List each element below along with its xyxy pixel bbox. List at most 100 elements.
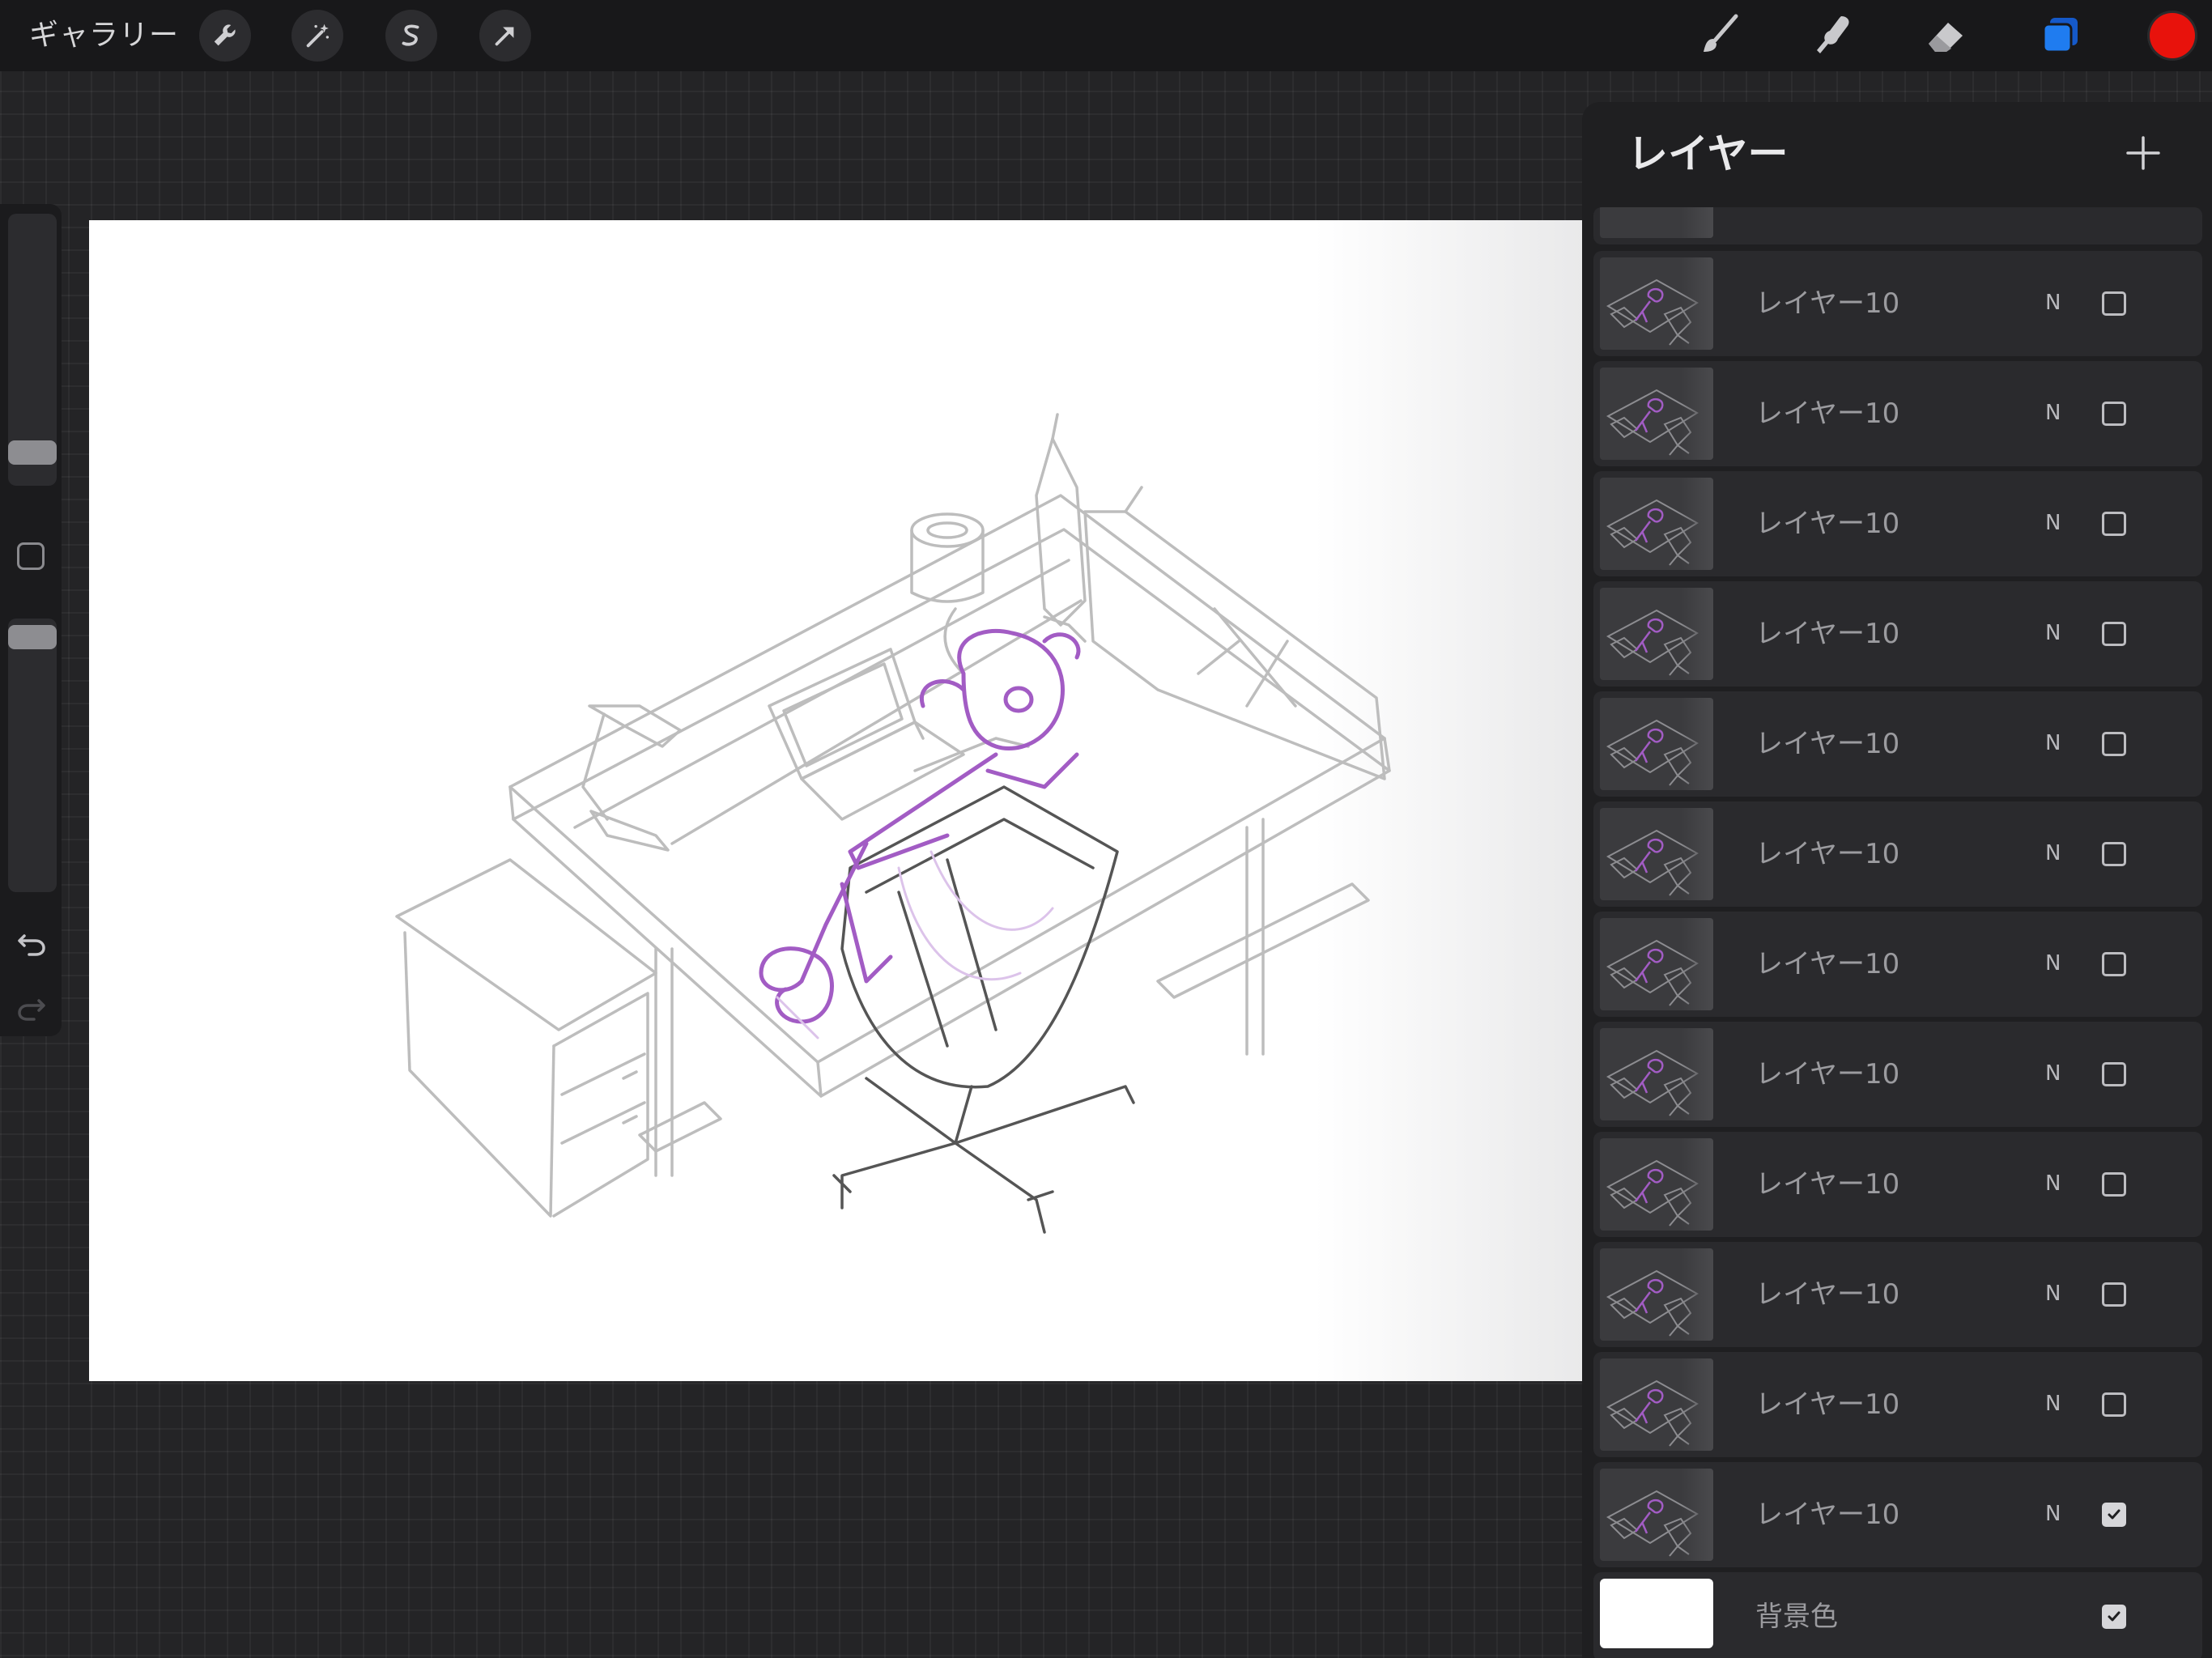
layer-visibility-checkbox[interactable]	[2102, 512, 2126, 536]
checkmark-icon	[2108, 1509, 2121, 1520]
background-color-swatch	[1600, 1579, 1713, 1648]
smudge-tool-button[interactable]	[1806, 8, 1861, 63]
drawing-canvas[interactable]	[89, 220, 1583, 1381]
opacity-thumb[interactable]	[8, 625, 57, 649]
layer-thumbnail-sketch	[1606, 499, 1699, 566]
layer-visibility-checkbox[interactable]	[2102, 1172, 2126, 1197]
layer-thumbnail	[1600, 1469, 1713, 1561]
layer-name: レイヤー10	[1755, 508, 1900, 540]
background-layer-name: 背景色	[1755, 1601, 1838, 1633]
layer-visibility-checkbox[interactable]	[2102, 1062, 2126, 1086]
layer-thumbnail	[1600, 207, 1713, 238]
layer-name: レイヤー10	[1755, 838, 1900, 870]
layer-thumbnail	[1600, 808, 1713, 900]
layer-row[interactable]: レイヤー10 N	[1593, 361, 2202, 466]
layer-name: レイヤー10	[1755, 287, 1900, 320]
brush-icon	[1704, 14, 1738, 52]
layer-row[interactable]: レイヤー10 N	[1593, 1242, 2202, 1347]
blend-mode-button[interactable]: N	[2045, 947, 2061, 980]
layer-row[interactable]: レイヤー10 N	[1593, 1462, 2202, 1567]
layer-name: レイヤー10	[1755, 948, 1900, 980]
layer-thumbnail-sketch	[1606, 939, 1699, 1006]
top-toolbar: ギャラリー	[0, 0, 2212, 71]
layers-icon	[2042, 18, 2078, 53]
layer-thumbnail-sketch	[1606, 278, 1699, 346]
layer-name: レイヤー10	[1755, 1499, 1900, 1531]
blend-mode-button[interactable]: N	[2045, 1388, 2061, 1420]
layer-visibility-checkbox[interactable]	[2102, 291, 2126, 316]
layer-thumbnail	[1600, 1028, 1713, 1120]
layer-row-partial[interactable]	[1593, 207, 2202, 244]
blend-mode-button[interactable]: N	[2045, 1278, 2061, 1310]
transform-arrow-icon	[495, 27, 514, 46]
eraser-icon	[1929, 23, 1963, 52]
chair-sketch	[832, 785, 1135, 1234]
magic-wand-icon	[306, 23, 330, 48]
layer-visibility-checkbox[interactable]	[2102, 622, 2126, 646]
layer-visibility-checkbox[interactable]	[2102, 732, 2126, 756]
undo-icon[interactable]	[15, 925, 49, 959]
layer-name: レイヤー10	[1755, 618, 1900, 650]
redo-icon[interactable]	[15, 989, 49, 1023]
layer-visibility-checkbox[interactable]	[2102, 1503, 2126, 1527]
transform-button[interactable]	[479, 10, 531, 62]
opacity-slider[interactable]	[8, 619, 57, 892]
adjustments-button[interactable]	[291, 10, 343, 62]
background-color-row[interactable]: 背景色	[1593, 1572, 2202, 1658]
blend-mode-button[interactable]: N	[2045, 617, 2061, 649]
layer-visibility-checkbox[interactable]	[2102, 1392, 2126, 1417]
blend-mode-button[interactable]: N	[2045, 1167, 2061, 1200]
layer-name: レイヤー10	[1755, 1388, 1900, 1421]
procreate-app: ギャラリー レイヤー レイヤー10 N レイヤー10 N レイヤー10 N レイ…	[0, 0, 2212, 1658]
layer-visibility-checkbox[interactable]	[2102, 402, 2126, 426]
modify-button[interactable]	[17, 542, 45, 570]
layer-thumbnail-sketch	[1606, 1380, 1699, 1447]
brush-tool-button[interactable]	[1692, 8, 1747, 63]
layer-row[interactable]: レイヤー10 N	[1593, 581, 2202, 687]
layers-tool-button[interactable]	[2032, 8, 2087, 63]
blend-mode-button[interactable]: N	[2045, 397, 2061, 429]
layer-row[interactable]: レイヤー10 N	[1593, 912, 2202, 1017]
layer-row[interactable]: レイヤー10 N	[1593, 471, 2202, 576]
blend-mode-button[interactable]: N	[2045, 507, 2061, 539]
layer-thumbnail	[1600, 698, 1713, 790]
layer-row[interactable]: レイヤー10 N	[1593, 1352, 2202, 1457]
layer-name: レイヤー10	[1755, 1058, 1900, 1090]
layer-row[interactable]: レイヤー10 N	[1593, 251, 2202, 356]
layer-visibility-checkbox[interactable]	[2102, 1282, 2126, 1307]
color-picker-button[interactable]	[2150, 13, 2195, 58]
layer-row[interactable]: レイヤー10 N	[1593, 691, 2202, 797]
layer-row[interactable]: レイヤー10 N	[1593, 801, 2202, 907]
layer-visibility-checkbox[interactable]	[2102, 952, 2126, 976]
blend-mode-button[interactable]: N	[2045, 287, 2061, 319]
brush-size-thumb[interactable]	[8, 440, 57, 465]
layer-name: レイヤー10	[1755, 397, 1900, 430]
plus-icon[interactable]	[2123, 133, 2163, 173]
blend-mode-button[interactable]: N	[2045, 1498, 2061, 1530]
gallery-button[interactable]: ギャラリー	[29, 16, 179, 55]
layer-row[interactable]: レイヤー10 N	[1593, 1022, 2202, 1127]
layer-row[interactable]: レイヤー10 N	[1593, 1132, 2202, 1237]
layer-thumbnail	[1600, 368, 1713, 460]
layer-thumbnail-sketch	[1606, 1049, 1699, 1116]
actions-button[interactable]	[199, 10, 251, 62]
background-visibility-checkbox[interactable]	[2102, 1605, 2126, 1629]
smudge-icon	[1817, 16, 1849, 53]
layer-thumbnail-sketch	[1606, 1269, 1699, 1337]
layer-thumbnail-sketch	[1606, 1159, 1699, 1226]
layer-thumbnail	[1600, 588, 1713, 680]
layer-name: レイヤー10	[1755, 1278, 1900, 1311]
eraser-tool-button[interactable]	[1919, 8, 1974, 63]
selection-button[interactable]	[385, 10, 437, 62]
layers-panel: レイヤー レイヤー10 N レイヤー10 N レイヤー10 N レイヤー10 N レイヤー10 N…	[1582, 102, 2212, 1658]
sketch-artwork	[395, 413, 1391, 1234]
desk-sketch	[395, 413, 1391, 1218]
checkmark-icon	[2108, 1611, 2121, 1622]
wrench-icon	[214, 24, 236, 46]
layer-visibility-checkbox[interactable]	[2102, 842, 2126, 866]
blend-mode-button[interactable]: N	[2045, 727, 2061, 759]
layer-thumbnail	[1600, 918, 1713, 1010]
blend-mode-button[interactable]: N	[2045, 837, 2061, 869]
layer-thumbnail-sketch	[1606, 1490, 1699, 1557]
blend-mode-button[interactable]: N	[2045, 1057, 2061, 1090]
